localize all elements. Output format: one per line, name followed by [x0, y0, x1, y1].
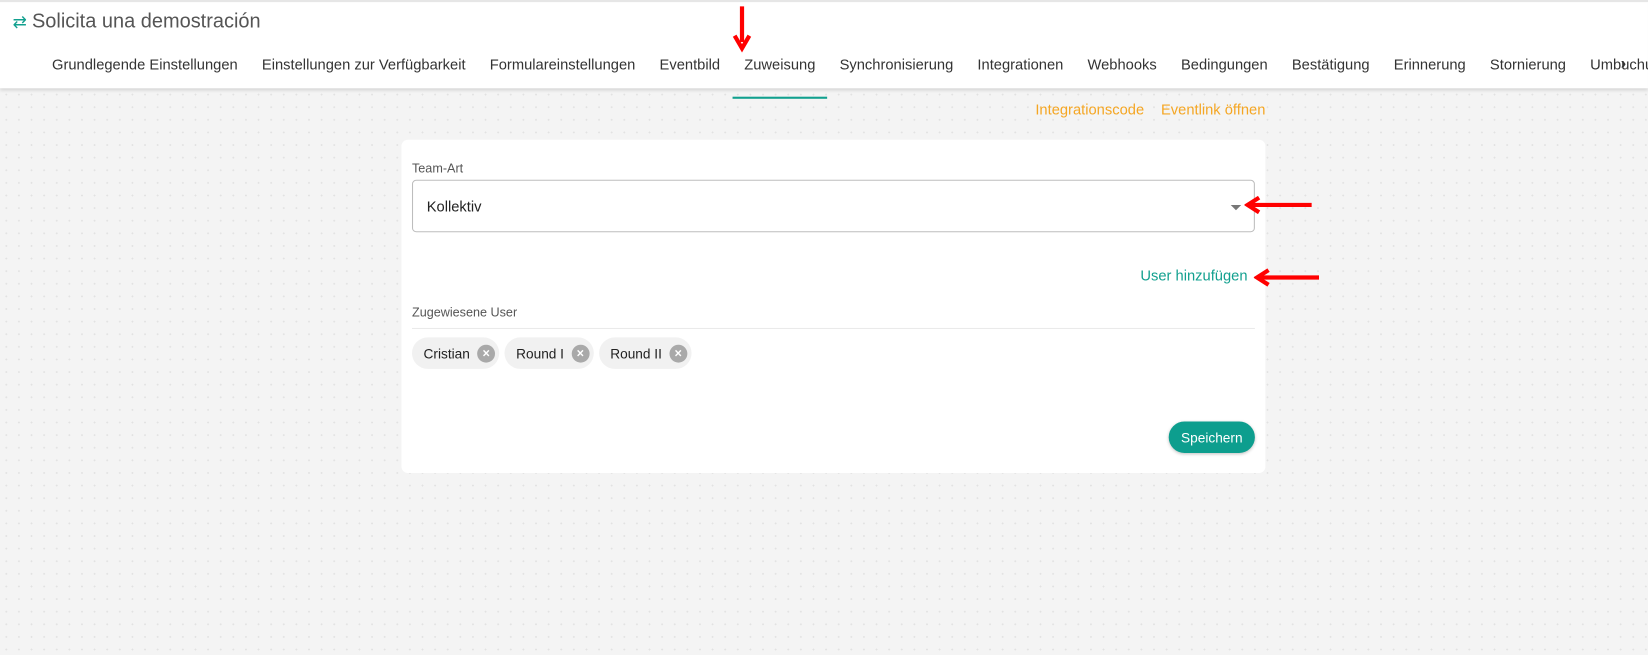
tab-zuweisung[interactable]: Zuweisung [732, 50, 828, 99]
tab-synchronisierung[interactable]: Synchronisierung [827, 50, 965, 88]
user-chip: Round II × [598, 337, 692, 369]
assigned-users-list: Cristian × Round I × Round II × [411, 337, 692, 369]
tab-formulareinstellungen[interactable]: Formulareinstellungen [478, 50, 648, 88]
tab-eventbild[interactable]: Eventbild [647, 50, 732, 88]
tab-grundlegende-einstellungen[interactable]: Grundlegende Einstellungen [40, 50, 250, 88]
tab-stornierung[interactable]: Stornierung [1478, 50, 1578, 88]
team-type-label: Team-Art [411, 160, 464, 176]
annotation-arrow-left-icon [1244, 195, 1312, 215]
page-title: ⇄ Solicita una demostración [13, 11, 261, 34]
swap-arrows-icon: ⇄ [12, 13, 27, 32]
remove-icon[interactable]: × [669, 344, 688, 363]
tab-integrationen[interactable]: Integrationen [965, 50, 1075, 88]
tab-webhooks[interactable]: Webhooks [1075, 50, 1168, 88]
remove-icon[interactable]: × [477, 344, 496, 363]
user-chip-label: Cristian [423, 345, 470, 362]
integration-code-link[interactable]: Integrationscode [1035, 101, 1144, 118]
tab-bedingungen[interactable]: Bedingungen [1169, 50, 1280, 88]
chevron-right-icon[interactable]: › [1621, 55, 1627, 74]
open-event-link[interactable]: Eventlink öffnen [1161, 101, 1265, 118]
tab-erinnerung[interactable]: Erinnerung [1382, 50, 1478, 88]
assigned-users-label: Zugewiesene User [411, 304, 518, 320]
add-user-link[interactable]: User hinzufügen [1140, 267, 1247, 284]
page: ⇄ Solicita una demostración Grundlegende… [0, 0, 1648, 655]
user-chip-label: Round I [516, 345, 564, 362]
top-links: Integrationscode Eventlink öffnen [1035, 101, 1265, 118]
user-chip-label: Round II [610, 345, 662, 362]
user-chip: Cristian × [411, 337, 500, 369]
assignment-card: Team-Art Kollektiv User hinzufügen Zugew… [401, 139, 1266, 473]
tab-umbuchung[interactable]: Umbuchung [1578, 50, 1648, 88]
team-type-select[interactable]: Kollektiv [411, 179, 1255, 233]
user-chip: Round I × [504, 337, 594, 369]
page-title-text: Solicita una demostración [31, 10, 261, 33]
tab-bestaetigung[interactable]: Bestätigung [1280, 50, 1382, 88]
tab-bar: Grundlegende Einstellungen Einstellungen… [40, 50, 1648, 99]
remove-icon[interactable]: × [571, 344, 590, 363]
tab-verfuegbarkeit[interactable]: Einstellungen zur Verfügbarkeit [250, 50, 478, 88]
caret-down-icon [1230, 204, 1242, 211]
annotation-arrow-down-icon [732, 6, 752, 53]
divider [411, 327, 1255, 329]
save-button[interactable]: Speichern [1168, 421, 1255, 453]
header: ⇄ Solicita una demostración Grundlegende… [0, 0, 1648, 99]
team-type-value: Kollektiv [426, 197, 482, 215]
annotation-arrow-left-icon [1253, 268, 1320, 287]
